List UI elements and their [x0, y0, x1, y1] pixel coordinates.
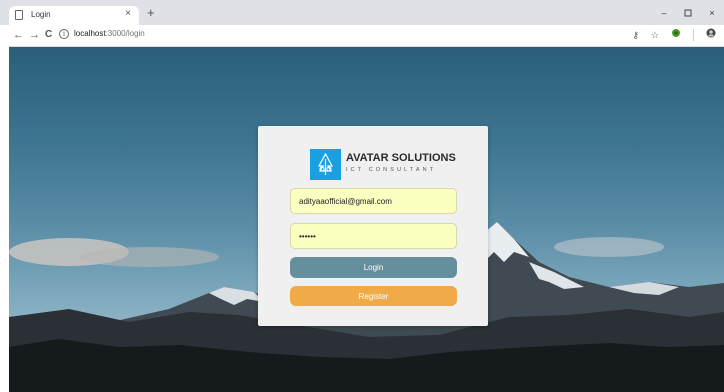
page-background: AVATAR SOLUTIONS ICT CONSULTANT Login Re…	[9, 47, 724, 392]
maximize-icon[interactable]	[676, 0, 700, 25]
extension-icon[interactable]	[671, 28, 681, 42]
toolbar-divider	[693, 29, 694, 41]
tree-logo-icon	[310, 149, 341, 180]
login-card: AVATAR SOLUTIONS ICT CONSULTANT Login Re…	[258, 126, 488, 326]
address-url: localhost:3000/login	[74, 29, 145, 38]
window-controls: – ×	[652, 0, 724, 25]
brand-logo: AVATAR SOLUTIONS ICT CONSULTANT	[310, 149, 460, 181]
minimize-icon[interactable]: –	[652, 0, 676, 25]
login-button[interactable]: Login	[290, 257, 457, 278]
site-info-icon[interactable]: i	[59, 29, 69, 39]
email-field[interactable]	[290, 188, 457, 214]
bookmark-star-icon[interactable]: ☆	[651, 28, 659, 42]
register-button[interactable]: Register	[290, 286, 457, 306]
brand-tagline: ICT CONSULTANT	[346, 167, 437, 173]
password-field[interactable]	[290, 223, 457, 249]
new-tab-icon[interactable]: +	[147, 6, 155, 19]
page-icon	[15, 10, 23, 20]
profile-avatar-icon[interactable]	[706, 28, 716, 42]
window-left-edge	[0, 0, 9, 392]
forward-icon[interactable]: →	[29, 28, 40, 42]
address-bar[interactable]: i localhost:3000/login	[59, 28, 629, 43]
address-host: localhost	[74, 29, 106, 38]
back-icon[interactable]: ←	[13, 28, 24, 42]
address-path: :3000/login	[105, 29, 145, 38]
tab-title: Login	[31, 10, 51, 19]
toolbar-icons: ⚷ ☆	[632, 28, 716, 42]
close-tab-icon[interactable]: ×	[125, 8, 131, 19]
key-icon[interactable]: ⚷	[632, 28, 639, 42]
reload-icon[interactable]: C	[45, 28, 52, 42]
browser-tab-login[interactable]: Login ×	[9, 6, 139, 25]
browser-tab-bar: Login × + – ×	[0, 0, 724, 25]
close-window-icon[interactable]: ×	[700, 0, 724, 25]
browser-toolbar: ← → C i localhost:3000/login ⚷ ☆	[9, 25, 724, 47]
brand-name: AVATAR SOLUTIONS	[346, 152, 456, 164]
